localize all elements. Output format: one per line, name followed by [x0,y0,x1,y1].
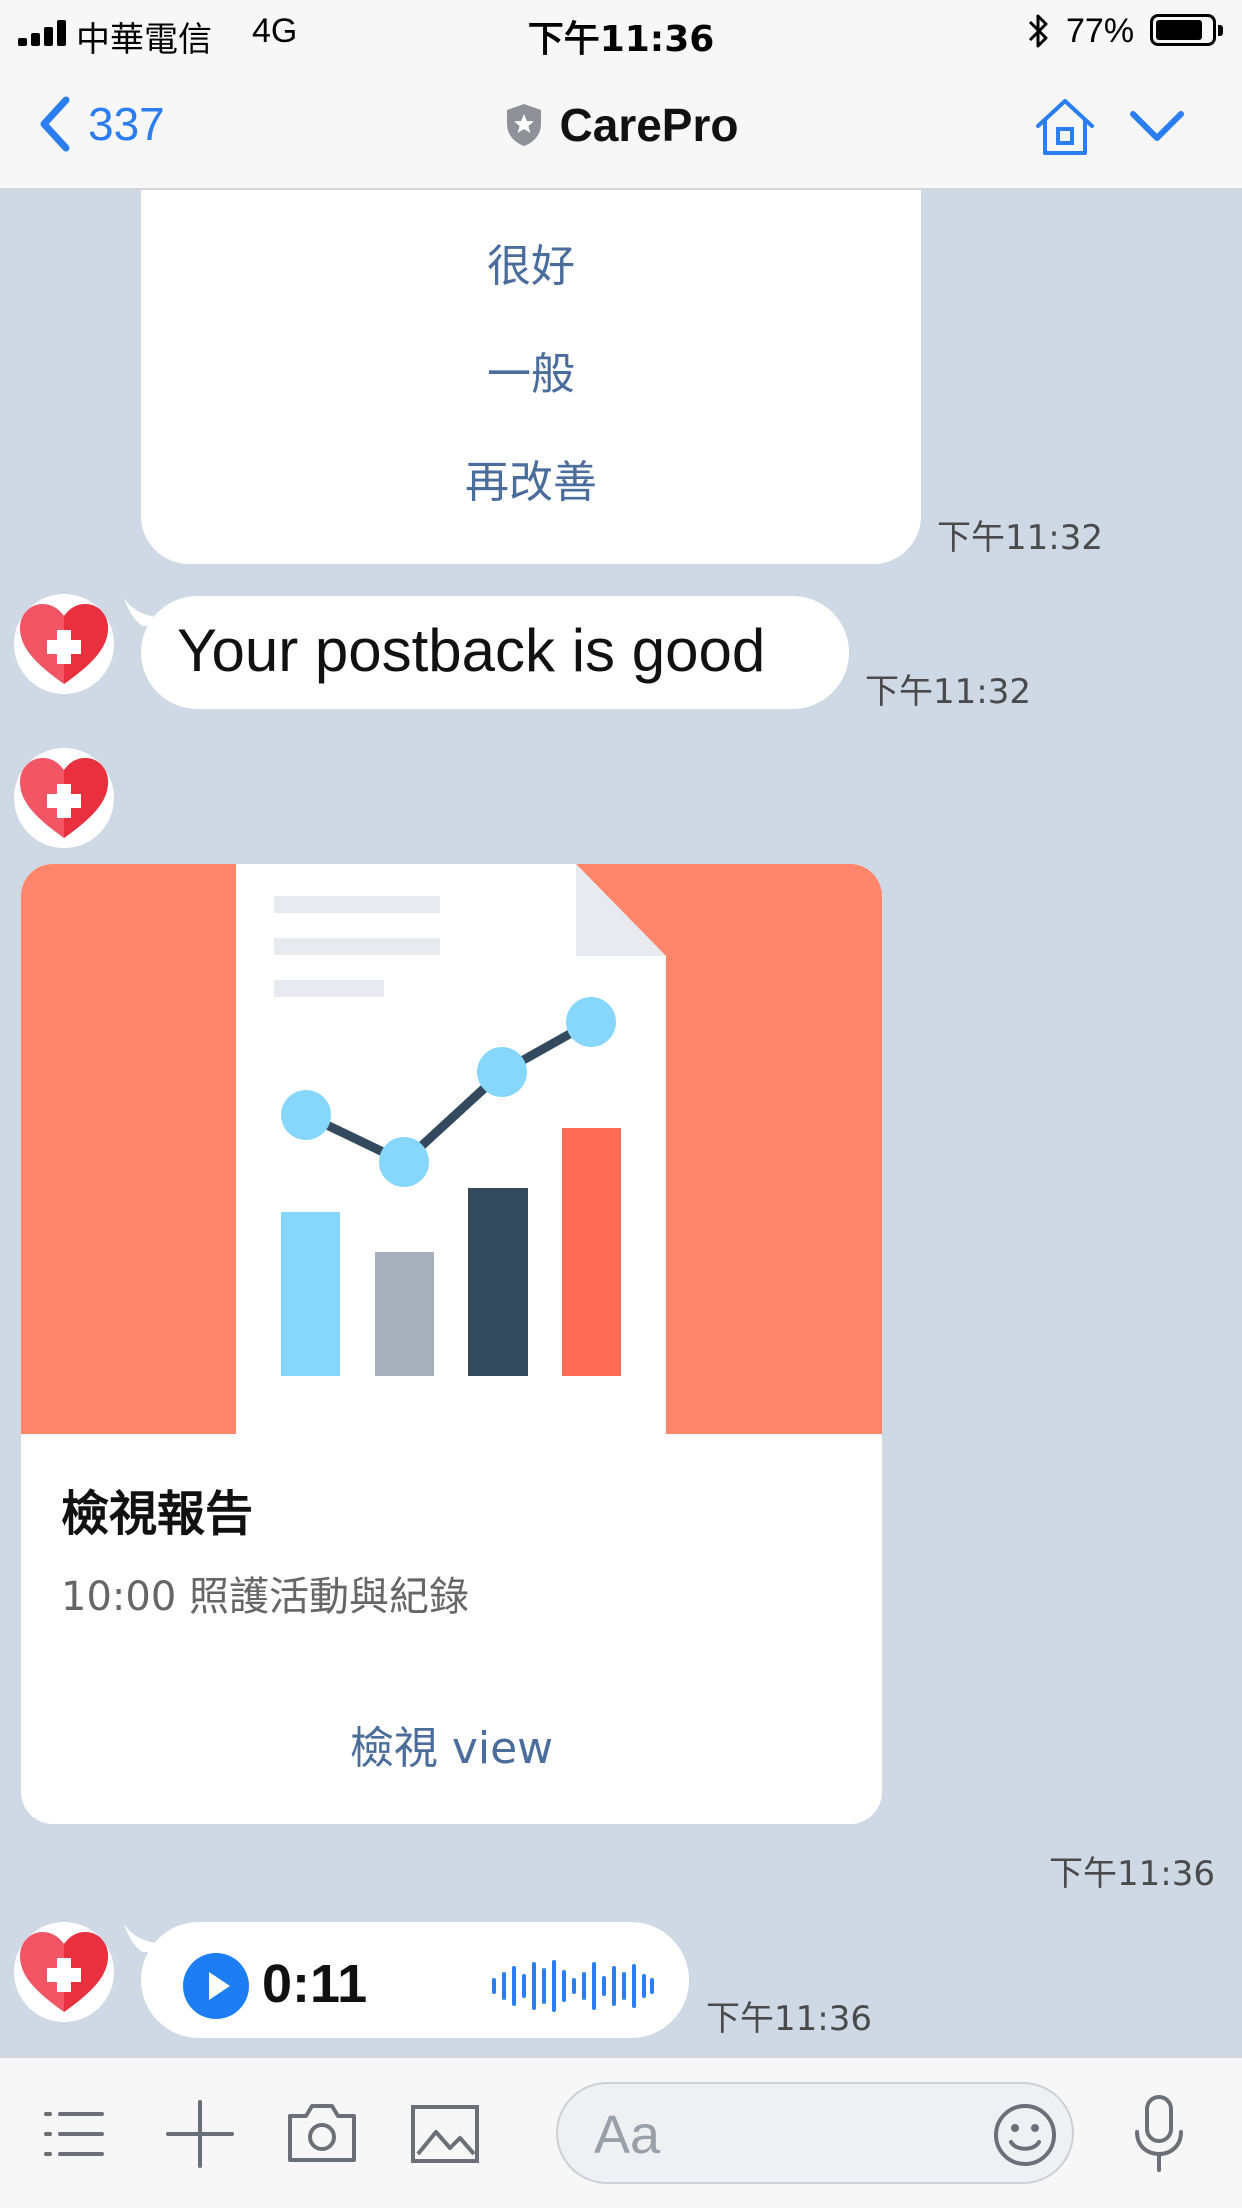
view-report-button[interactable]: 檢視 view [21,1712,882,1776]
microphone-icon[interactable] [1132,2094,1186,2174]
menu-icon[interactable] [42,2108,106,2160]
play-button[interactable] [183,1953,249,2019]
audio-waveform-icon [492,1960,654,2012]
bluetooth-icon [1028,14,1048,48]
battery-percent: 77% [1066,12,1135,50]
message-timestamp: 下午11:32 [865,672,1031,712]
camera-icon[interactable] [286,2102,358,2164]
message-text: Your postback is good [177,617,766,684]
message-input-container [556,2082,1074,2184]
play-icon [209,1972,230,2000]
report-card[interactable]: 檢視報告 10:00 照護活動與紀錄 檢視 view [21,864,882,1824]
home-icon[interactable] [1032,96,1098,158]
nav-bar: 337 CarePro [0,62,1242,190]
card-subtitle: 10:00 照護活動與紀錄 [61,1574,469,1620]
status-bar: 中華電信 4G 下午11:36 77% [0,0,1242,62]
report-card-hero-image [21,864,882,1434]
card-title: 檢視報告 [61,1486,254,1542]
message-timestamp: 下午11:36 [706,1999,872,2039]
postback-options-bubble: 很好 一般 再改善 [141,190,921,564]
chat-title: CarePro [559,99,739,151]
text-message-bubble: Your postback is good [141,596,849,709]
postback-option-average[interactable]: 一般 [141,338,921,402]
postback-option-improve[interactable]: 再改善 [141,446,921,510]
bot-avatar[interactable] [14,594,114,694]
heart-cross-icon [20,1932,108,2012]
message-input[interactable] [594,2106,954,2164]
battery-icon [1150,14,1223,46]
voice-duration: 0:11 [262,1954,368,2014]
bot-avatar[interactable] [14,1922,114,2022]
report-chart-illustration [236,864,666,1434]
message-timestamp: 下午11:36 [1049,1854,1215,1894]
heart-cross-icon [20,758,108,838]
heart-cross-icon [20,604,108,684]
image-icon[interactable] [410,2104,480,2164]
status-time: 下午11:36 [527,19,715,60]
message-input-bar [0,2056,1242,2208]
emoji-icon[interactable] [992,2102,1058,2168]
message-timestamp: 下午11:32 [937,518,1103,558]
shield-star-icon [506,104,541,146]
plus-icon[interactable] [164,2098,236,2170]
bot-avatar[interactable] [14,748,114,848]
chevron-down-icon[interactable] [1128,108,1186,144]
postback-option-good[interactable]: 很好 [141,230,921,294]
